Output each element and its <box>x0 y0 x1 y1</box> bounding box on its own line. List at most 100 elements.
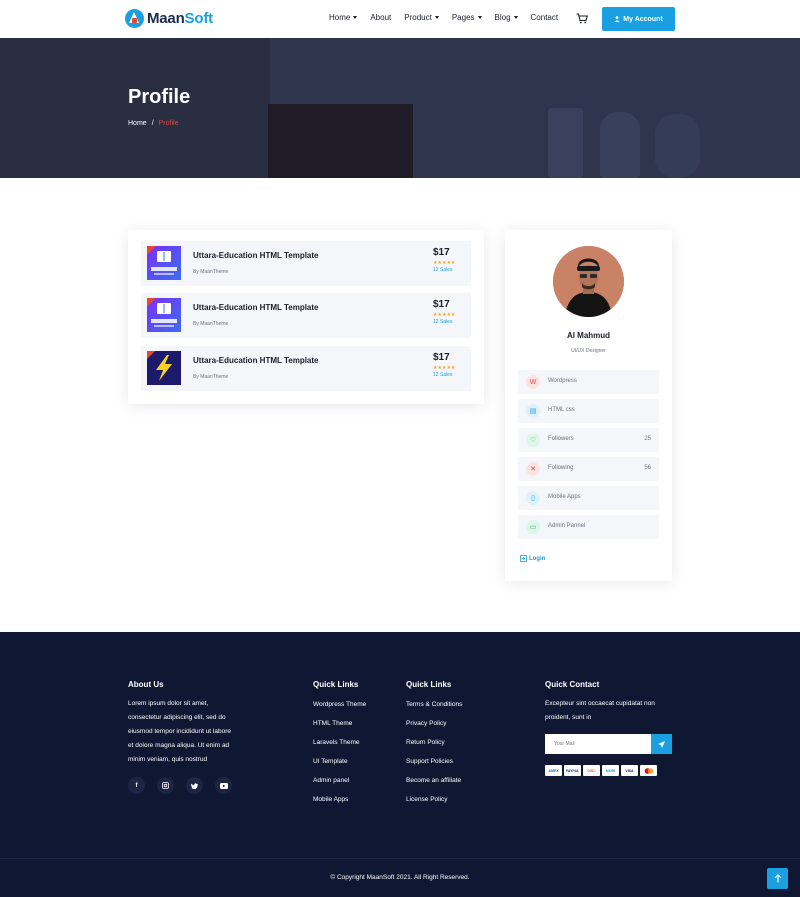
instagram-icon[interactable] <box>157 777 174 794</box>
product-item[interactable]: Uttara-Education HTML Template By MaanTh… <box>141 346 471 391</box>
profile-item-following[interactable]: ✕ Following 56 <box>518 457 659 481</box>
footer-heading-quick-links: Quick Links <box>406 680 452 689</box>
nav-blog[interactable]: Blog <box>495 13 518 22</box>
nav-home[interactable]: Home <box>329 13 358 22</box>
paypal-icon: PAYPAL <box>564 765 581 776</box>
page-banner <box>0 38 800 178</box>
youtube-icon[interactable] <box>215 777 232 794</box>
avatar <box>553 246 624 317</box>
product-thumbnail <box>147 298 181 332</box>
footer-heading-about: About Us <box>128 680 164 689</box>
arrow-up-icon <box>774 874 781 883</box>
email-field[interactable] <box>545 734 651 754</box>
product-item[interactable]: Uttara-Education HTML Template By MaanTh… <box>141 293 471 338</box>
footer-about-text: Lorem ipsum dolor sit amet, consectetur … <box>128 700 231 763</box>
chevron-down-icon <box>434 16 439 19</box>
profile-item-mobile-apps[interactable]: ▯ Mobile Apps <box>518 486 659 510</box>
rating-stars: ★★★★★ <box>433 312 456 318</box>
site-footer: About Us Lorem ipsum dolor sit amet, con… <box>0 632 800 897</box>
profile-item-followers[interactable]: ♡ Followers 25 <box>518 428 659 452</box>
facebook-icon[interactable]: f <box>128 777 145 794</box>
product-thumbnail <box>147 351 181 385</box>
product-title[interactable]: Uttara-Education HTML Template <box>193 356 319 365</box>
footer-contact-text: Excepteur sint occaecat cupidatat non pr… <box>545 700 655 721</box>
rating-stars: ★★★★★ <box>433 260 456 266</box>
product-list: Uttara-Education HTML Template By MaanTh… <box>128 230 484 404</box>
product-item[interactable]: Uttara-Education HTML Template By MaanTh… <box>141 241 471 286</box>
banner-decoration <box>268 104 413 178</box>
footer-link[interactable]: Become an affiliate <box>406 777 461 784</box>
footer-link[interactable]: Wordpress Theme <box>313 701 366 708</box>
breadcrumb-home[interactable]: Home <box>128 120 147 127</box>
profile-item-admin-pannel[interactable]: ▭ Admin Pannel <box>518 515 659 539</box>
banner-decoration <box>600 112 640 178</box>
followers-count: 25 <box>644 436 651 442</box>
logo-text-part1: Maan <box>147 9 185 27</box>
profile-item-wordpress[interactable]: W Wordpress <box>518 370 659 394</box>
nav-contact[interactable]: Contact <box>531 13 559 22</box>
footer-link[interactable]: Mobile Apps <box>313 796 348 803</box>
product-sales: 12 Sales <box>433 372 453 378</box>
product-title[interactable]: Uttara-Education HTML Template <box>193 303 319 312</box>
my-account-button[interactable]: My Account <box>602 7 675 31</box>
twitter-icon[interactable] <box>186 777 203 794</box>
product-sales: 12 Sales <box>433 319 453 325</box>
product-price: $17 <box>433 299 450 310</box>
logo[interactable]: MaanSoft <box>125 8 213 28</box>
heart-icon: ♡ <box>526 433 540 447</box>
profile-name: Al Mahmud <box>566 331 611 340</box>
breadcrumb: Home / Profile <box>128 120 178 127</box>
login-icon <box>520 555 527 562</box>
profile-item-html-css[interactable]: ▤ HTML css <box>518 399 659 423</box>
product-author: By MaanTheme <box>193 321 229 327</box>
banner-decoration <box>655 114 700 178</box>
document-icon: ▤ <box>526 404 540 418</box>
logo-icon <box>125 8 144 28</box>
page-title: Profile <box>128 86 191 108</box>
login-link[interactable]: Login <box>520 555 545 562</box>
chevron-down-icon <box>353 16 358 19</box>
cart-icon[interactable] <box>576 13 588 24</box>
back-to-top-button[interactable] <box>767 868 788 889</box>
footer-link[interactable]: Terms & Conditions <box>406 701 462 708</box>
footer-heading-quick-contact: Quick Contact <box>545 680 600 689</box>
mastercard-icon <box>640 765 657 776</box>
footer-link[interactable]: UI Template <box>313 758 348 765</box>
footer-link[interactable]: Laravels Theme <box>313 739 360 746</box>
newsletter-form <box>545 734 672 754</box>
profile-card: Al Mahmud UI/UX Designer W Wordpress ▤ H… <box>505 230 672 581</box>
product-title[interactable]: Uttara-Education HTML Template <box>193 251 319 260</box>
footer-link[interactable]: Return Policy <box>406 739 445 746</box>
footer-link[interactable]: Privacy Policy <box>406 720 446 727</box>
product-thumbnail <box>147 246 181 280</box>
banner-decoration <box>548 108 583 178</box>
footer-link[interactable]: HTML Theme <box>313 720 352 727</box>
product-author: By MaanTheme <box>193 374 229 380</box>
mobile-icon: ▯ <box>526 491 540 505</box>
wordpress-icon: W <box>526 375 540 389</box>
breadcrumb-separator: / <box>151 120 154 127</box>
send-button[interactable] <box>651 734 672 754</box>
mobikwik-icon: MOBI <box>602 765 619 776</box>
product-sales: 12 Sales <box>433 267 453 273</box>
nav-about[interactable]: About <box>370 13 391 22</box>
avatar-image <box>553 246 624 317</box>
send-icon <box>658 740 665 748</box>
footer-link[interactable]: License Policy <box>406 796 448 803</box>
footer-link[interactable]: Support Policies <box>406 758 453 765</box>
breadcrumb-current: Profile <box>158 120 179 127</box>
site-header: MaanSoft Home About Product Pages Blog C… <box>0 0 800 38</box>
nav-product[interactable]: Product <box>404 13 439 22</box>
discover-icon: DISC <box>583 765 600 776</box>
main-nav: Home About Product Pages Blog Contact <box>329 13 558 22</box>
visa-icon: VISA <box>621 765 638 776</box>
product-price: $17 <box>433 247 450 258</box>
footer-heading-quick-links: Quick Links <box>313 680 359 689</box>
nav-pages[interactable]: Pages <box>452 13 482 22</box>
users-icon: ✕ <box>526 462 540 476</box>
monitor-icon: ▭ <box>526 520 540 534</box>
user-icon <box>614 16 620 22</box>
chevron-down-icon <box>477 16 482 19</box>
footer-link[interactable]: Admin panel <box>313 777 349 784</box>
following-count: 56 <box>644 465 651 471</box>
